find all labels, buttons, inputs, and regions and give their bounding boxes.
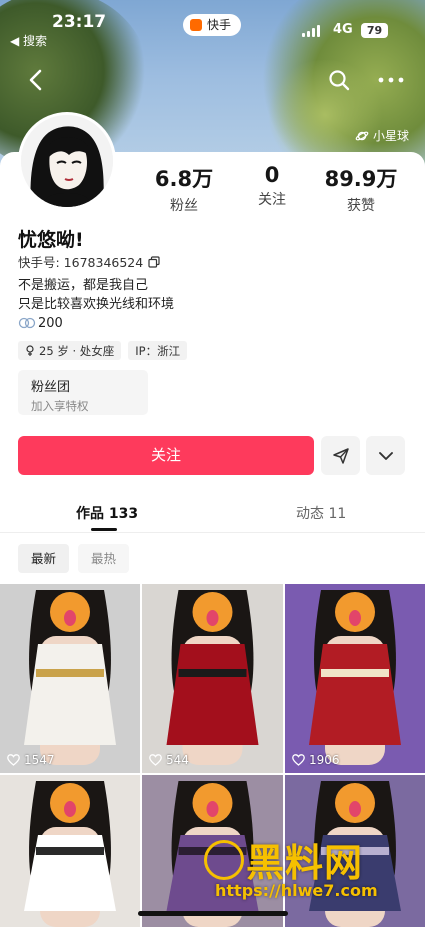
watermark-logo-icon [204, 840, 244, 880]
watermark-url: https://hlwe7.com [215, 881, 378, 900]
gender-icon [18, 317, 36, 329]
tag-age-zodiac: 25 岁 · 处女座 [18, 341, 122, 360]
stat-likes-value: 89.9万 [324, 167, 398, 191]
fan-club-subtitle: 加入享特权 [31, 399, 89, 413]
post-thumbnail[interactable]: 1906 [285, 584, 425, 773]
post-likes-count: 1906 [309, 753, 340, 767]
fan-club-title: 粉丝团 [31, 380, 71, 395]
app-name: 快手 [207, 18, 232, 32]
stat-fans[interactable]: 6.8万 粉丝 [139, 163, 229, 215]
post-thumbnail[interactable] [0, 775, 140, 927]
sort-filters: 最新 最热 [18, 544, 130, 573]
bio-extra-text: 200 [38, 315, 63, 331]
stat-likes[interactable]: 89.9万 获赞 [316, 163, 406, 215]
avatar[interactable] [18, 112, 116, 210]
star-planet-label: 小星球 [372, 129, 409, 143]
home-indicator[interactable] [138, 911, 288, 916]
send-icon [332, 447, 349, 464]
more-options-icon[interactable] [375, 68, 407, 92]
post-image [142, 584, 283, 773]
user-id-row: 快手号: 1678346524 [18, 252, 160, 271]
tab-active-indicator [91, 528, 117, 531]
post-likes-count: 1547 [24, 753, 55, 767]
chevron-down-icon [378, 451, 393, 460]
post-image [0, 584, 140, 773]
status-time: 23:17 [52, 12, 107, 32]
battery-icon: 79 [361, 23, 388, 38]
status-bar: 23:17 ◀ 搜索 快手 4G 79 [0, 0, 425, 56]
post-thumbnail[interactable]: 1547 [0, 584, 140, 773]
post-likes: 1906 [292, 753, 340, 767]
heart-icon [7, 754, 20, 766]
filter-hottest[interactable]: 最热 [78, 544, 130, 573]
back-to-app-link[interactable]: ◀ 搜索 [10, 32, 47, 49]
filter-latest[interactable]: 最新 [18, 544, 70, 573]
app-name-pill: 快手 [183, 14, 242, 36]
profile-stats: 6.8万 粉丝 0 关注 89.9万 获赞 [139, 163, 425, 215]
tag-age-zodiac-text: 25 岁 · 处女座 [39, 343, 115, 358]
fan-club-card[interactable]: 粉丝团 加入享特权 [18, 370, 148, 415]
heart-icon [149, 754, 162, 766]
post-likes: 544 [149, 753, 189, 767]
network-type: 4G [333, 22, 353, 37]
profile-name: 忧悠呦! [18, 229, 84, 251]
star-planet-link[interactable]: 小星球 [355, 127, 409, 144]
signal-icon [302, 25, 320, 37]
bio-line-2: 只是比较喜欢换光线和环境 [18, 297, 175, 312]
follow-button[interactable]: 关注 [18, 436, 314, 475]
expand-button[interactable] [366, 436, 405, 475]
stat-following-label: 关注 [258, 192, 286, 208]
bio-extra-row: 200 [18, 315, 63, 331]
avatar-illustration [21, 115, 113, 207]
tab-moments[interactable]: 动态 11 [296, 503, 346, 523]
tab-works[interactable]: 作品 133 [76, 503, 138, 523]
kuaishou-logo-icon [190, 19, 202, 31]
female-icon [26, 345, 34, 356]
profile-tags: 25 岁 · 处女座 IP：浙江 [18, 341, 188, 360]
message-button[interactable] [321, 436, 360, 475]
post-thumbnail[interactable]: 544 [142, 584, 283, 773]
stat-fans-label: 粉丝 [170, 198, 198, 214]
stat-following[interactable]: 0 关注 [227, 163, 317, 209]
post-likes-count: 544 [166, 753, 189, 767]
content-tabs: 作品 133 动态 11 [0, 500, 425, 533]
tag-ip-location: IP：浙江 [128, 341, 188, 360]
post-likes: 1547 [7, 753, 55, 767]
profile-bio: 不是搬运，都是我自己 只是比较喜欢换光线和环境 [18, 276, 174, 314]
stat-fans-value: 6.8万 [154, 167, 214, 191]
bio-line-1: 不是搬运，都是我自己 [18, 278, 149, 293]
post-image [285, 584, 425, 773]
user-id: 快手号: 1678346524 [18, 255, 144, 270]
tag-ip-location-text: IP：浙江 [135, 343, 181, 358]
stat-following-value: 0 [264, 163, 280, 187]
post-image [0, 775, 140, 927]
back-arrow-icon[interactable] [22, 66, 50, 94]
watermark-title: 黑料网 [246, 841, 364, 885]
planet-icon [355, 131, 369, 140]
copy-icon[interactable] [148, 255, 160, 268]
search-icon[interactable] [327, 68, 351, 92]
stat-likes-label: 获赞 [347, 198, 375, 214]
heart-icon [292, 754, 305, 766]
